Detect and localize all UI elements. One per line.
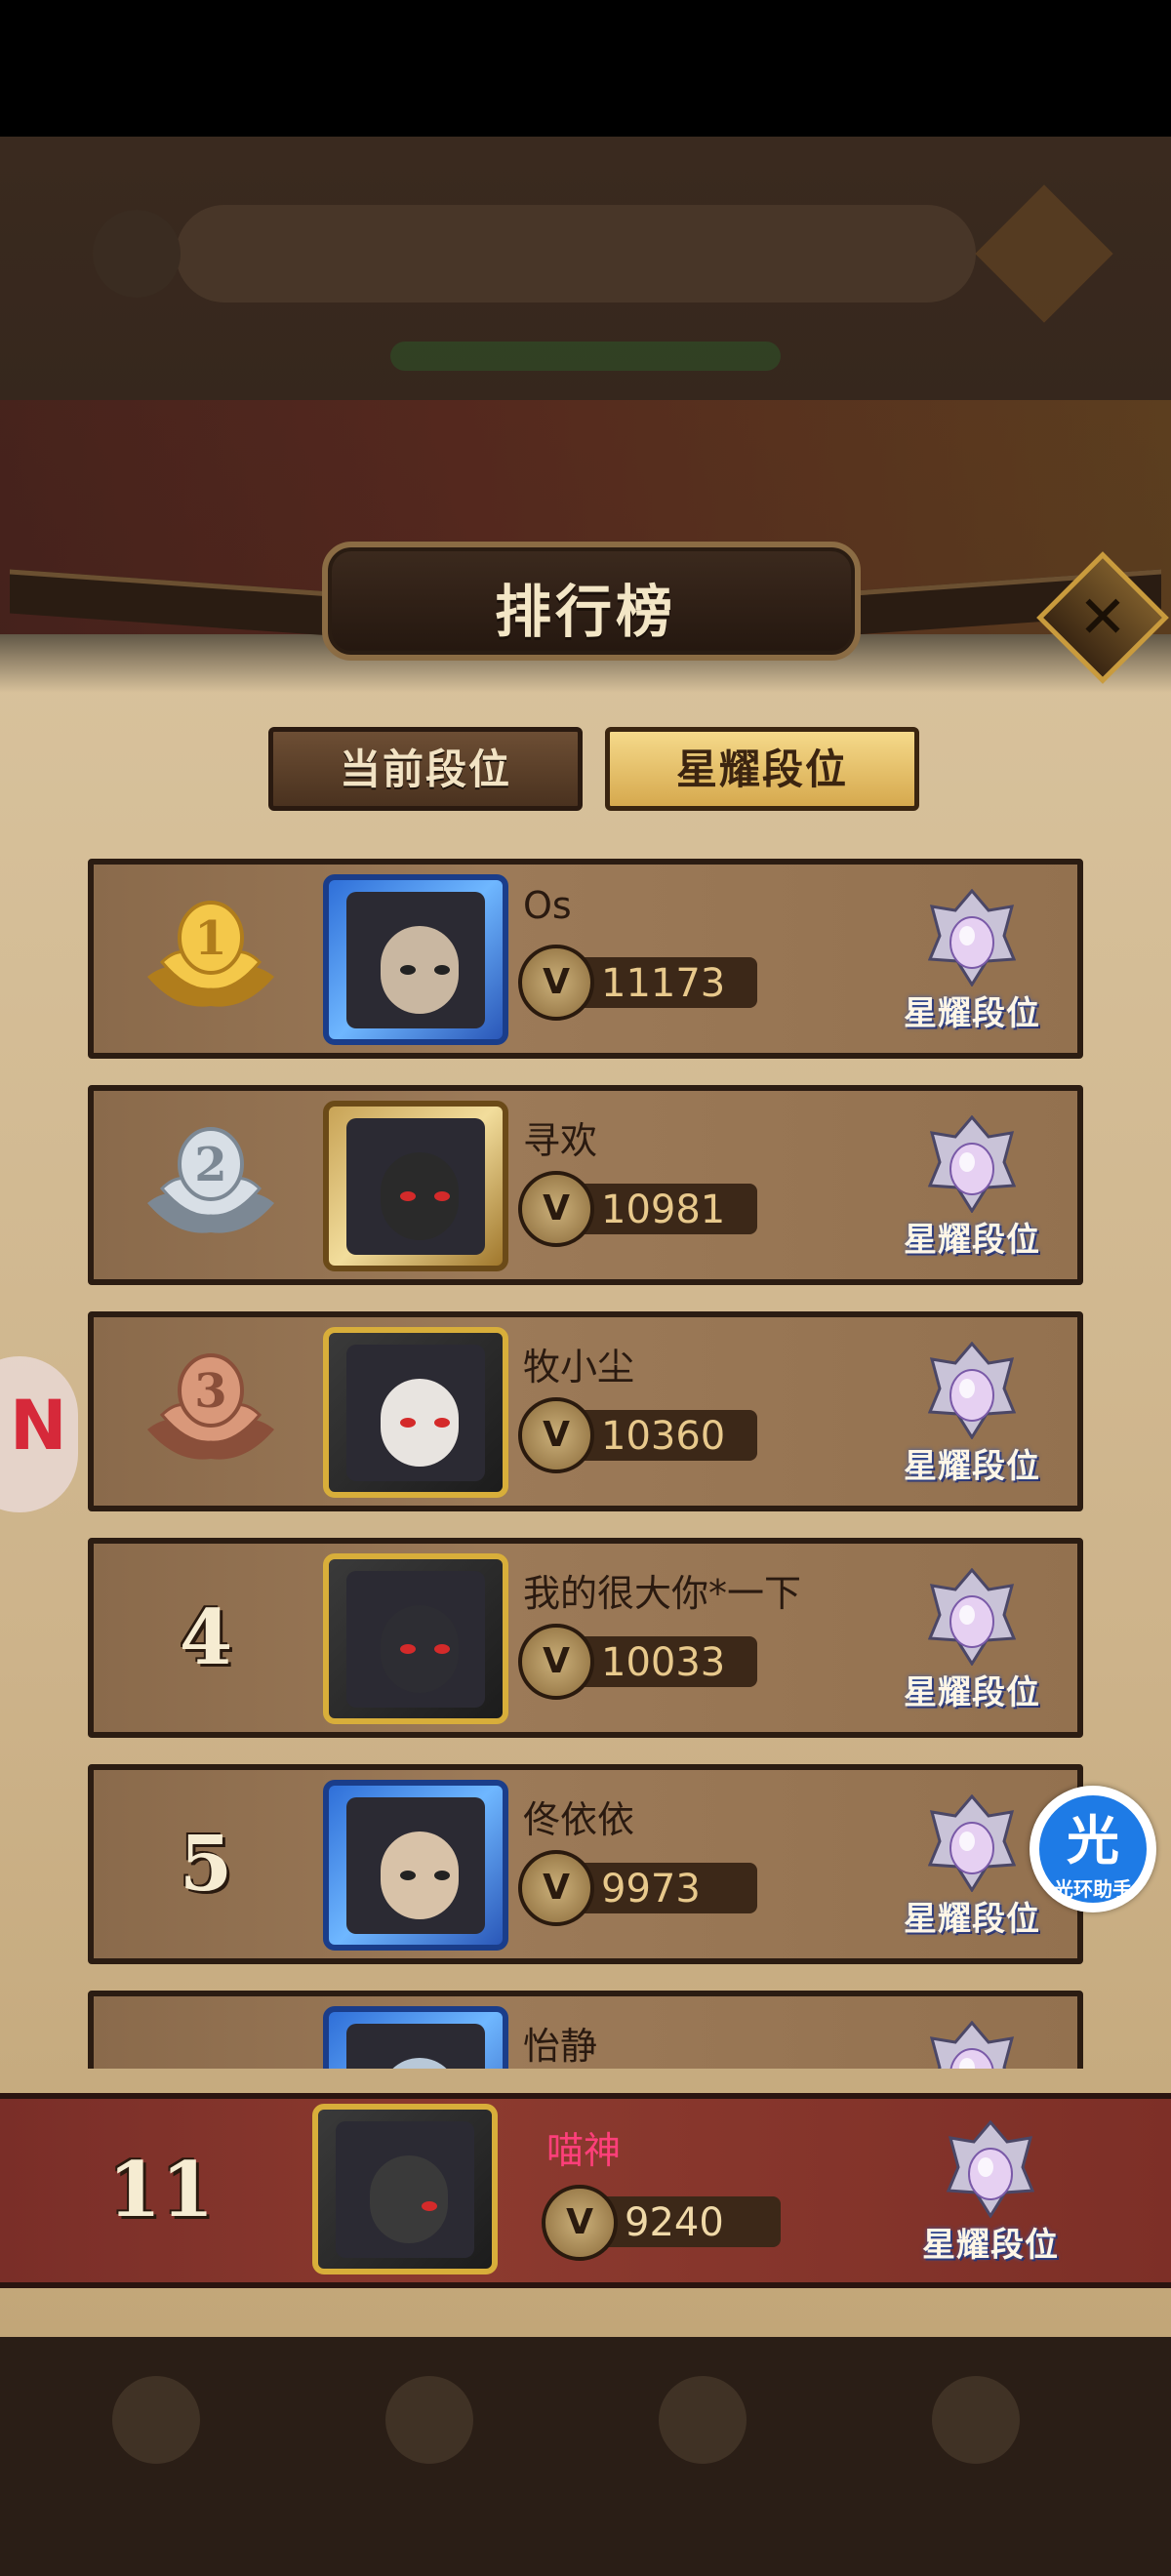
silver-medal-icon: 2 <box>147 1127 274 1233</box>
star-tier-gem-icon <box>928 1115 1016 1213</box>
avatar-face <box>346 1571 485 1708</box>
avatar-face <box>346 2024 485 2069</box>
nav-item-3 <box>605 2366 800 2532</box>
medal-rank: 3 <box>194 1364 226 1419</box>
tier-label: 星耀段位 <box>904 1447 1040 1486</box>
rank-area: 3 <box>94 1317 318 1506</box>
rank-number: 5 <box>179 1820 233 1909</box>
trophy-icon-mark: V <box>543 1641 570 1681</box>
player-score: 11173 <box>601 961 726 1006</box>
blurred-title-bar <box>176 205 976 302</box>
tab-current-tier[interactable]: 当前段位 <box>268 727 583 811</box>
tier-label: 星耀段位 <box>904 994 1040 1033</box>
self-avatar[interactable] <box>312 2104 498 2274</box>
close-icon[interactable]: ✕ <box>1056 571 1150 664</box>
self-score: 9240 <box>625 2200 724 2245</box>
player-name: 怡静 <box>523 2025 598 2068</box>
tier-badge: 星耀段位 <box>894 1106 1050 1271</box>
self-rank-row: 11 喵神 V 9240 星耀段位 <box>0 2093 1171 2288</box>
medal-rank: 1 <box>194 911 226 966</box>
player-score: 10360 <box>601 1414 726 1459</box>
tier-label: 星耀段位 <box>904 1900 1040 1939</box>
trophy-icon-mark: V <box>543 962 570 1002</box>
helper-icon[interactable]: 光 <box>1039 1797 1147 1874</box>
leaderboard-row[interactable]: 2 寻欢 V 10981 星耀段位 <box>88 1085 1083 1285</box>
blurred-status-text <box>390 342 781 371</box>
nav-item-1 <box>59 2366 254 2532</box>
rank-area <box>94 1996 318 2069</box>
bottom-nav-blurred <box>0 2337 1171 2576</box>
tier-label: 星耀段位 <box>922 2226 1059 2265</box>
rank-area: 2 <box>94 1091 318 1279</box>
star-tier-gem-icon <box>928 889 1016 986</box>
tier-label: 星耀段位 <box>904 1221 1040 1260</box>
player-name: 牧小尘 <box>523 1346 635 1389</box>
tier-badge: 星耀段位 <box>894 879 1050 1045</box>
gold-medal-icon: 1 <box>147 901 274 1007</box>
panel-title: 排行榜 <box>494 579 676 645</box>
player-score: 9973 <box>601 1867 701 1912</box>
leaderboard-row[interactable]: 5 佟依依 V 9973 星耀段位 <box>88 1764 1083 1964</box>
player-score: 10981 <box>601 1187 726 1232</box>
leaderboard-row[interactable]: 怡静 <box>88 1991 1083 2069</box>
rank-area: 1 <box>94 865 318 1053</box>
rank-number: 4 <box>179 1593 233 1682</box>
rank-area: 4 <box>94 1544 318 1732</box>
tier-badge: 星耀段位 <box>894 1558 1050 1724</box>
blurred-help-icon <box>93 210 181 298</box>
player-avatar[interactable] <box>323 1780 508 1951</box>
player-name: 寻欢 <box>523 1119 598 1162</box>
player-avatar[interactable] <box>323 1101 508 1271</box>
rank-number <box>94 1996 318 2069</box>
tier-badge: 星耀段位 <box>894 1332 1050 1498</box>
star-tier-gem-icon <box>928 1342 1016 1439</box>
trophy-icon-mark: V <box>543 1415 570 1455</box>
floating-widget-left-icon[interactable]: N <box>10 1386 67 1466</box>
avatar-face <box>346 1345 485 1481</box>
star-tier-gem-icon <box>928 1794 1016 1892</box>
self-rank-number: 11 <box>107 2146 215 2234</box>
leaderboard-row[interactable]: 4 我的很大你*一下 V 10033 星耀段位 <box>88 1538 1083 1738</box>
player-name: Os <box>523 884 572 927</box>
panel-header: 排行榜 <box>10 512 1161 678</box>
trophy-icon-mark: V <box>543 1868 570 1908</box>
medal-rank: 2 <box>194 1138 226 1192</box>
player-name: 佟依依 <box>523 1798 635 1841</box>
player-avatar[interactable] <box>323 874 508 1045</box>
nav-item-4 <box>878 2366 1073 2532</box>
avatar-face <box>346 892 485 1028</box>
self-player-name: 喵神 <box>546 2129 622 2172</box>
avatar-face <box>336 2121 474 2258</box>
tier-label: 星耀段位 <box>904 1673 1040 1712</box>
player-avatar[interactable] <box>323 1553 508 1724</box>
player-avatar[interactable] <box>323 1327 508 1498</box>
leaderboard-row[interactable]: 1 Os V 11173 星耀段位 <box>88 859 1083 1059</box>
star-tier-gem-icon <box>928 1568 1016 1666</box>
rank-area: 5 <box>94 1770 318 1958</box>
player-name: 我的很大你*一下 <box>523 1572 802 1615</box>
leaderboard-row[interactable]: 3 牧小尘 V 10360 星耀段位 <box>88 1311 1083 1511</box>
tier-badge: 星耀段位 <box>894 1785 1050 1951</box>
nav-item-2 <box>332 2366 527 2532</box>
trophy-icon-mark: V <box>543 1188 570 1228</box>
star-tier-gem-icon <box>947 2120 1034 2218</box>
self-tier-badge: 星耀段位 <box>912 2111 1069 2276</box>
leaderboard-list[interactable]: 1 Os V 11173 星耀段位 2 寻欢 V 10981 星耀段位 3 牧小… <box>0 859 1171 2069</box>
player-score: 10033 <box>601 1640 726 1685</box>
helper-label[interactable]: 光环助手 <box>1030 1873 1156 1902</box>
tier-badge <box>894 2011 1050 2069</box>
bronze-medal-icon: 3 <box>147 1353 274 1460</box>
trophy-icon-mark: V <box>566 2202 593 2242</box>
avatar-face <box>346 1797 485 1934</box>
status-bar <box>0 0 1171 137</box>
player-avatar[interactable] <box>323 2006 508 2069</box>
star-tier-gem-icon <box>929 2021 1015 2069</box>
avatar-face <box>346 1118 485 1255</box>
tab-star-tier[interactable]: 星耀段位 <box>605 727 919 811</box>
